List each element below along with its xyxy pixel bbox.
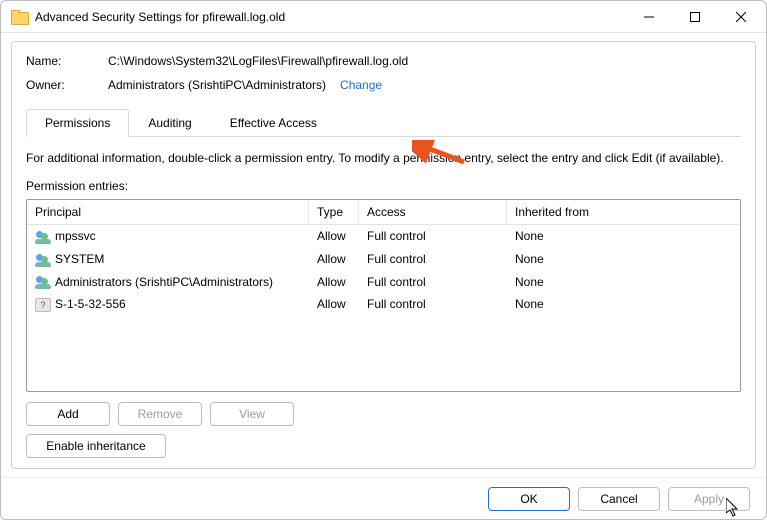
content-area: Name: C:\Windows\System32\LogFiles\Firew…: [11, 41, 756, 469]
window-title: Advanced Security Settings for pfirewall…: [35, 10, 285, 24]
footer: OK Cancel Apply: [1, 477, 766, 519]
access-value: Full control: [359, 227, 507, 246]
enable-inheritance-button[interactable]: Enable inheritance: [26, 434, 166, 458]
inherited-value: None: [507, 250, 740, 269]
col-type[interactable]: Type: [309, 200, 359, 224]
view-button[interactable]: View: [210, 402, 294, 426]
type-value: Allow: [309, 273, 359, 292]
group-principal-icon: [35, 230, 51, 244]
access-value: Full control: [359, 273, 507, 292]
group-principal-icon: [35, 275, 51, 289]
table-row[interactable]: SYSTEM AllowFull controlNone: [27, 248, 740, 271]
principal-name: S-1-5-32-556: [55, 297, 126, 311]
inherited-value: None: [507, 273, 740, 292]
permission-entries-label: Permission entries:: [26, 179, 741, 193]
access-value: Full control: [359, 250, 507, 269]
apply-button[interactable]: Apply: [668, 487, 750, 511]
principal-name: mpssvc: [55, 229, 96, 243]
folder-icon: [11, 10, 27, 24]
table-row[interactable]: ? S-1-5-32-556 AllowFull controlNone: [27, 293, 740, 316]
tab-auditing[interactable]: Auditing: [129, 109, 210, 137]
inherited-value: None: [507, 227, 740, 246]
principal-name: SYSTEM: [55, 252, 104, 266]
unknown-principal-icon: ?: [35, 298, 51, 312]
remove-button[interactable]: Remove: [118, 402, 202, 426]
col-access[interactable]: Access: [359, 200, 507, 224]
table-row[interactable]: Administrators (SrishtiPC\Administrators…: [27, 271, 740, 294]
change-owner-link[interactable]: Change: [340, 78, 382, 92]
inherited-value: None: [507, 295, 740, 314]
table-row[interactable]: mpssvc AllowFull controlNone: [27, 225, 740, 248]
cancel-button[interactable]: Cancel: [578, 487, 660, 511]
type-value: Allow: [309, 250, 359, 269]
access-value: Full control: [359, 295, 507, 314]
close-button[interactable]: [718, 2, 764, 32]
list-header: Principal Type Access Inherited from: [27, 200, 740, 225]
info-text: For additional information, double-click…: [26, 151, 741, 165]
type-value: Allow: [309, 227, 359, 246]
permission-list[interactable]: Principal Type Access Inherited from mps…: [26, 199, 741, 392]
group-principal-icon: [35, 253, 51, 267]
name-value: C:\Windows\System32\LogFiles\Firewall\pf…: [108, 54, 408, 68]
principal-name: Administrators (SrishtiPC\Administrators…: [55, 275, 273, 289]
col-principal[interactable]: Principal: [27, 200, 309, 224]
add-button[interactable]: Add: [26, 402, 110, 426]
owner-value: Administrators (SrishtiPC\Administrators…: [108, 78, 326, 92]
ok-button[interactable]: OK: [488, 487, 570, 511]
tab-permissions[interactable]: Permissions: [26, 109, 129, 137]
name-label: Name:: [26, 54, 108, 68]
window: Advanced Security Settings for pfirewall…: [0, 0, 767, 520]
col-inherited[interactable]: Inherited from: [507, 200, 740, 224]
titlebar: Advanced Security Settings for pfirewall…: [1, 1, 766, 33]
tabs: Permissions Auditing Effective Access: [26, 108, 741, 137]
minimize-button[interactable]: [626, 2, 672, 32]
owner-label: Owner:: [26, 78, 108, 92]
tab-effective-access[interactable]: Effective Access: [211, 109, 336, 137]
type-value: Allow: [309, 295, 359, 314]
maximize-button[interactable]: [672, 2, 718, 32]
